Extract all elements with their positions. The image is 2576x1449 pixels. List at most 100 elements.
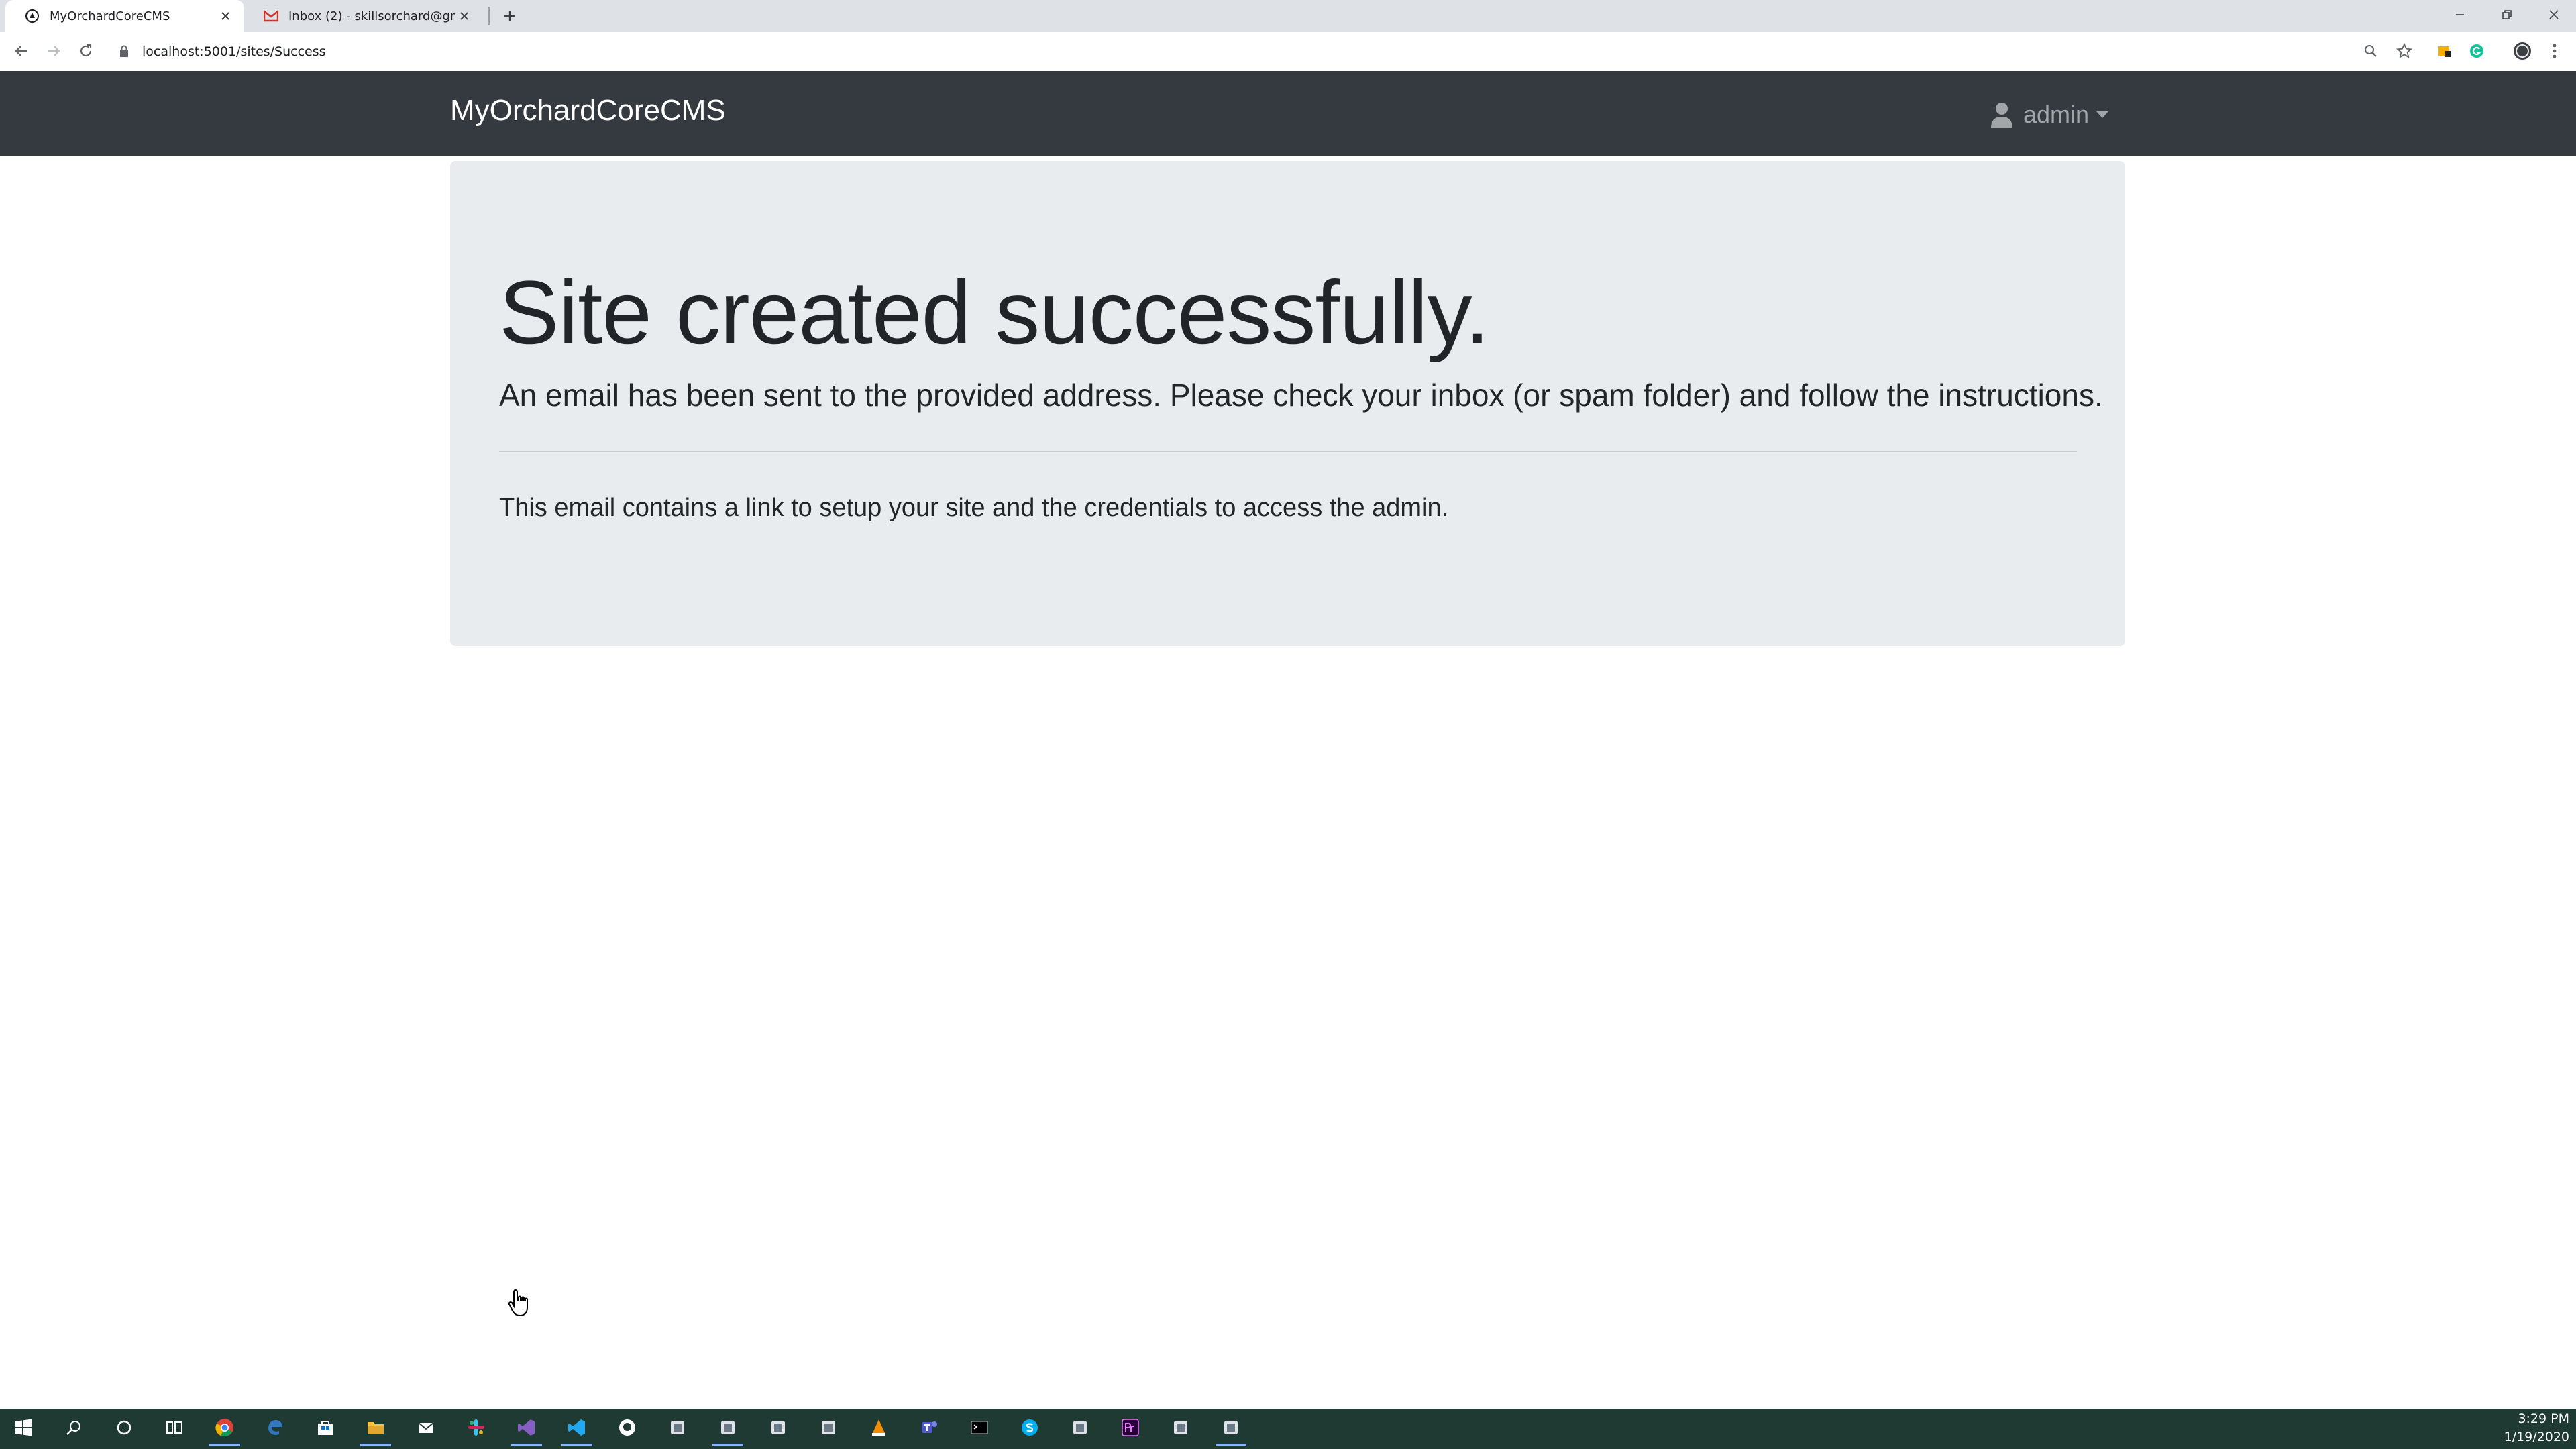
github-icon: [618, 1418, 637, 1440]
tab-gmail-inbox[interactable]: Inbox (2) - skillsorchard@gmail.c: [244, 0, 483, 32]
tab-separator: [488, 7, 490, 25]
lock-icon[interactable]: [118, 44, 133, 59]
taskbar-button-app[interactable]: [704, 1411, 751, 1446]
slack-icon: [467, 1418, 486, 1440]
tab-myorchardcorecms[interactable]: MyOrchardCoreCMS: [5, 0, 244, 32]
taskbar-button-file-explorer[interactable]: [352, 1411, 399, 1446]
search-icon: [65, 1419, 83, 1439]
taskbar-button-premiere[interactable]: [1107, 1411, 1154, 1446]
store-icon: [316, 1418, 335, 1440]
chrome-icon: [215, 1417, 235, 1440]
divider: [499, 451, 2077, 452]
task-view-icon: [166, 1419, 183, 1439]
skype-icon: [1020, 1418, 1039, 1440]
extension-button[interactable]: [2430, 36, 2459, 66]
browser-toolbar: [0, 32, 2576, 72]
user-menu-dropdown[interactable]: admin: [1990, 98, 2109, 131]
app-icon: [1071, 1419, 1089, 1439]
taskbar-button-task-view[interactable]: [151, 1411, 198, 1446]
taskbar-button-cortana[interactable]: [101, 1411, 148, 1446]
close-icon: [2549, 10, 2559, 19]
taskbar-button-slack[interactable]: [453, 1411, 500, 1446]
minimize-button[interactable]: [2436, 0, 2483, 30]
site-brand[interactable]: MyOrchardCoreCMS: [450, 94, 726, 127]
tab-title: Inbox (2) - skillsorchard@gmail.c: [288, 9, 455, 23]
system-clock[interactable]: 3:29 PM 1/19/2020: [2504, 1410, 2569, 1446]
plus-icon: [504, 11, 515, 21]
taskbar-button-app[interactable]: [1208, 1411, 1254, 1446]
taskbar-button-visual-studio[interactable]: [503, 1411, 550, 1446]
file-explorer-icon: [366, 1418, 385, 1440]
orchard-favicon: [24, 8, 40, 24]
vscode-icon: [568, 1418, 586, 1440]
taskbar-button-app[interactable]: [1157, 1411, 1204, 1446]
taskbar-button-start[interactable]: [0, 1411, 47, 1446]
taskbar-button-teams[interactable]: [906, 1411, 953, 1446]
restore-button[interactable]: [2483, 0, 2530, 30]
forward-button[interactable]: [39, 36, 68, 66]
taskbar-button-app[interactable]: [805, 1411, 852, 1446]
clock-date: 1/19/2020: [2504, 1430, 2569, 1444]
active-indicator: [712, 1444, 743, 1446]
address-bar[interactable]: localhost:5001/sites/Success: [142, 40, 326, 63]
new-tab-button[interactable]: [498, 4, 522, 28]
taskbar-button-app[interactable]: [755, 1411, 802, 1446]
cortana-icon: [115, 1419, 133, 1439]
gmail-icon: [263, 8, 279, 24]
taskbar-button-store[interactable]: [302, 1411, 349, 1446]
star-icon: [2396, 43, 2412, 58]
taskbar-button-vscode[interactable]: [553, 1411, 600, 1446]
visual-studio-icon: [517, 1418, 536, 1440]
active-indicator: [511, 1444, 542, 1446]
user-icon: [1991, 103, 2012, 128]
taskbar-button-mail[interactable]: [402, 1411, 449, 1446]
vlc-icon: [869, 1418, 888, 1440]
active-indicator: [561, 1444, 592, 1446]
site-navbar: [0, 71, 2576, 156]
taskbar-button-edge[interactable]: [252, 1411, 299, 1446]
taskbar-button-search[interactable]: [50, 1411, 97, 1446]
caret-down-icon: [2096, 111, 2109, 118]
start-icon: [15, 1419, 32, 1439]
taskbar-button-skype[interactable]: [1006, 1411, 1053, 1446]
taskbar-button-chrome[interactable]: [201, 1411, 248, 1446]
grammarly-icon: [2470, 44, 2483, 58]
taskbar-button-terminal[interactable]: [956, 1411, 1003, 1446]
extension-icon: [2438, 46, 2451, 57]
back-button[interactable]: [7, 36, 36, 66]
hand-cursor-icon: [507, 1288, 531, 1318]
bookmark-button[interactable]: [2390, 36, 2419, 66]
app-icon: [669, 1419, 686, 1439]
taskbar-button-github[interactable]: [604, 1411, 651, 1446]
app-icon: [769, 1419, 787, 1439]
app-icon: [1172, 1419, 1189, 1439]
app-icon: [820, 1419, 837, 1439]
tab-title: MyOrchardCoreCMS: [50, 9, 170, 23]
forward-arrow-icon: [48, 46, 60, 56]
taskbar-button-app[interactable]: [1057, 1411, 1104, 1446]
close-icon[interactable]: [455, 7, 474, 25]
profile-button[interactable]: [2508, 36, 2537, 66]
menu-button[interactable]: [2540, 36, 2569, 66]
kebab-menu-icon: [2553, 44, 2557, 58]
taskbar-button-vlc[interactable]: [855, 1411, 902, 1446]
reload-icon: [80, 44, 92, 57]
terminal-icon: [970, 1418, 989, 1440]
close-icon[interactable]: [216, 7, 235, 25]
reload-button[interactable]: [71, 36, 101, 66]
minimize-icon: [2456, 14, 2464, 15]
zoom-button[interactable]: [2356, 36, 2385, 66]
grammarly-button[interactable]: [2462, 36, 2491, 66]
close-window-button[interactable]: [2530, 0, 2576, 30]
zoom-icon: [2365, 45, 2377, 57]
back-arrow-icon: [15, 46, 27, 56]
user-menu-label: admin: [2023, 101, 2090, 128]
clock-time: 3:29 PM: [2518, 1411, 2569, 1426]
app-icon: [1222, 1419, 1240, 1439]
active-indicator: [1216, 1444, 1246, 1446]
mail-icon: [417, 1418, 435, 1440]
avatar: [2514, 42, 2531, 60]
taskbar-button-app[interactable]: [654, 1411, 701, 1446]
active-indicator: [209, 1444, 240, 1446]
restore-icon: [2502, 10, 2512, 19]
